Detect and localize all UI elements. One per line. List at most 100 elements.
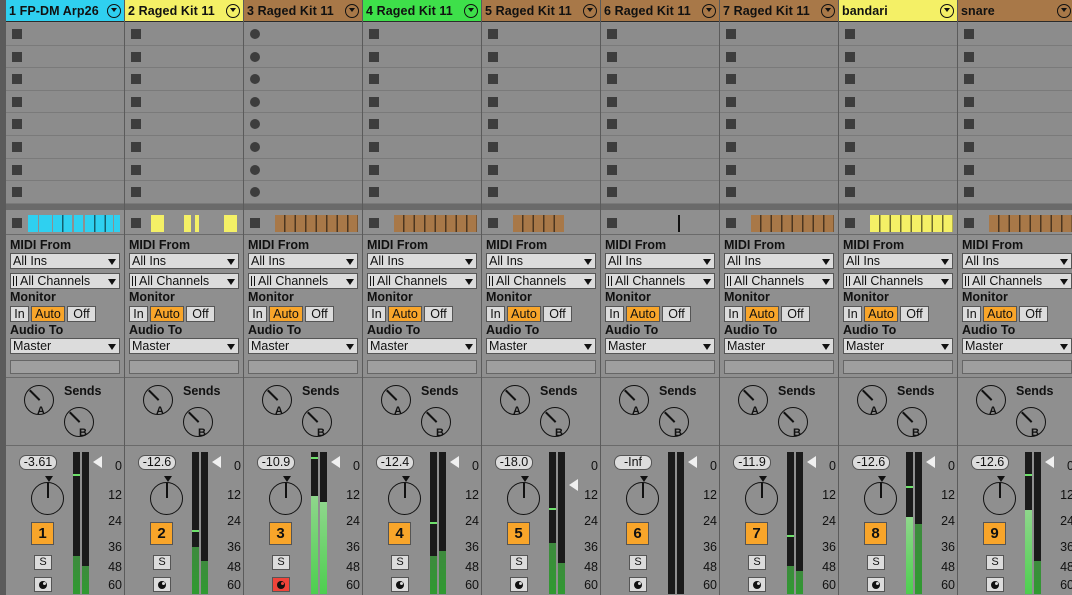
stop-slot-icon[interactable]: [369, 164, 379, 175]
clip-block[interactable]: [870, 215, 953, 232]
output-channel-field[interactable]: [129, 360, 239, 374]
clip-block[interactable]: [114, 215, 120, 232]
record-slot-icon[interactable]: [250, 74, 260, 85]
stop-slot-icon[interactable]: [845, 74, 855, 85]
solo-button[interactable]: S: [153, 555, 171, 570]
stop-slot-icon[interactable]: [964, 29, 974, 39]
clip-slot[interactable]: [125, 135, 243, 159]
stop-clips-button[interactable]: [369, 218, 379, 228]
track-header[interactable]: 1 FP-DM Arp26: [6, 0, 124, 22]
stop-clips-button[interactable]: [131, 218, 141, 228]
fold-chevron-icon[interactable]: [1057, 3, 1071, 18]
pan-knob[interactable]: [150, 476, 183, 515]
clip-slot[interactable]: [601, 90, 719, 114]
record-slot-icon[interactable]: [250, 51, 260, 62]
stop-clips-button[interactable]: [488, 218, 498, 228]
stop-clips-button[interactable]: [726, 218, 736, 228]
stop-slot-icon[interactable]: [964, 51, 974, 62]
clip-slot[interactable]: [363, 68, 481, 91]
clip-slot[interactable]: [720, 23, 838, 46]
clip-slot[interactable]: [601, 45, 719, 69]
stop-clips-button[interactable]: [250, 218, 260, 228]
fold-chevron-icon[interactable]: [702, 3, 716, 18]
clip-slot[interactable]: [839, 158, 957, 182]
clip-slot[interactable]: [482, 135, 600, 159]
stop-slot-icon[interactable]: [964, 96, 974, 107]
stop-slot-icon[interactable]: [488, 74, 498, 85]
clip-slot[interactable]: [839, 23, 957, 46]
monitor-off-button[interactable]: Off: [186, 306, 215, 322]
stop-slot-icon[interactable]: [12, 51, 22, 62]
audio-to-dropdown[interactable]: Master: [10, 338, 120, 354]
clip-slot[interactable]: [482, 23, 600, 46]
stop-slot-icon[interactable]: [369, 74, 379, 85]
clip-slot[interactable]: [482, 45, 600, 69]
fold-chevron-icon[interactable]: [583, 3, 597, 18]
monitor-in-button[interactable]: In: [248, 306, 267, 322]
stop-slot-icon[interactable]: [369, 119, 379, 130]
pan-knob[interactable]: [507, 476, 540, 515]
output-channel-field[interactable]: [367, 360, 477, 374]
output-channel-field[interactable]: [843, 360, 953, 374]
send-b-knob[interactable]: B: [659, 407, 689, 439]
stop-clips-button[interactable]: [845, 218, 855, 228]
volume-fader-handle[interactable]: [212, 455, 223, 470]
clip-slot[interactable]: [363, 45, 481, 69]
clip-block[interactable]: [85, 215, 113, 232]
stop-slot-icon[interactable]: [845, 29, 855, 39]
volume-fader-handle[interactable]: [331, 455, 342, 470]
record-slot-icon[interactable]: [250, 164, 260, 175]
record-slot-icon[interactable]: [250, 96, 260, 107]
monitor-in-button[interactable]: In: [129, 306, 148, 322]
stop-slot-icon[interactable]: [964, 141, 974, 152]
send-a-knob[interactable]: A: [500, 385, 530, 417]
midi-channel-dropdown[interactable]: All Channels: [248, 273, 358, 289]
track-title[interactable]: 5 Raged Kit 11: [485, 4, 583, 18]
track-activator-button[interactable]: 5: [507, 522, 530, 545]
track-header[interactable]: 3 Raged Kit 11: [244, 0, 362, 22]
stop-slot-icon[interactable]: [131, 119, 141, 130]
stop-slot-icon[interactable]: [845, 119, 855, 130]
clip-block[interactable]: [989, 215, 1072, 232]
volume-fader-handle[interactable]: [569, 477, 580, 492]
fold-chevron-icon[interactable]: [821, 3, 835, 18]
stop-clips-button[interactable]: [12, 218, 22, 228]
monitor-auto-button[interactable]: Auto: [31, 306, 65, 322]
stop-slot-icon[interactable]: [726, 51, 736, 62]
arm-button[interactable]: [748, 577, 766, 592]
record-slot-icon[interactable]: [250, 29, 260, 39]
clip-slot[interactable]: [720, 135, 838, 159]
solo-button[interactable]: S: [34, 555, 52, 570]
send-a-knob[interactable]: A: [619, 385, 649, 417]
clip-slot[interactable]: [958, 90, 1072, 114]
track-activator-button[interactable]: 7: [745, 522, 768, 545]
clip-slot[interactable]: [244, 113, 362, 136]
stop-slot-icon[interactable]: [607, 51, 617, 62]
stop-slot-icon[interactable]: [726, 141, 736, 152]
volume-fader-handle[interactable]: [93, 455, 104, 470]
clip-slot[interactable]: [244, 90, 362, 114]
send-a-knob[interactable]: A: [738, 385, 768, 417]
stop-slot-icon[interactable]: [12, 187, 22, 198]
stop-slot-icon[interactable]: [131, 96, 141, 107]
stop-slot-icon[interactable]: [726, 96, 736, 107]
stop-slot-icon[interactable]: [12, 74, 22, 85]
clip-slot[interactable]: [720, 181, 838, 204]
monitor-auto-button[interactable]: Auto: [864, 306, 898, 322]
stop-slot-icon[interactable]: [845, 141, 855, 152]
send-a-knob[interactable]: A: [381, 385, 411, 417]
stop-slot-icon[interactable]: [131, 164, 141, 175]
clip-slot[interactable]: [6, 45, 124, 69]
clip-block[interactable]: [39, 215, 52, 232]
send-b-knob[interactable]: B: [302, 407, 332, 439]
solo-button[interactable]: S: [986, 555, 1004, 570]
monitor-auto-button[interactable]: Auto: [150, 306, 184, 322]
clip-slot[interactable]: [244, 158, 362, 182]
midi-channel-dropdown[interactable]: All Channels: [605, 273, 715, 289]
output-channel-field[interactable]: [10, 360, 120, 374]
monitor-in-button[interactable]: In: [724, 306, 743, 322]
stop-slot-icon[interactable]: [607, 187, 617, 198]
stop-slot-icon[interactable]: [369, 141, 379, 152]
stop-slot-icon[interactable]: [607, 96, 617, 107]
clip-slot[interactable]: [720, 113, 838, 136]
